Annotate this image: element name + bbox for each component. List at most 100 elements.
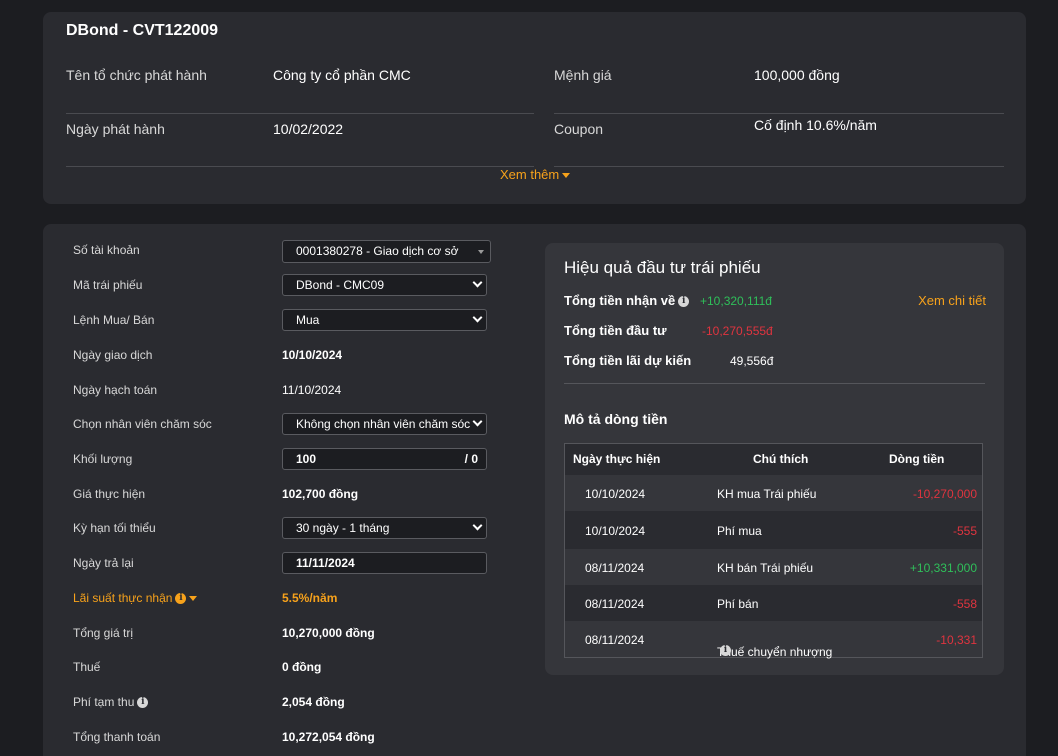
column-header-date: Ngày thực hiện — [573, 452, 661, 466]
quantity-input-value: 100 — [296, 452, 317, 466]
account-label: Số tài khoản — [73, 243, 140, 257]
invested-value: -10,270,555đ — [702, 324, 773, 338]
bond-code-select[interactable]: DBond - CMC09 — [282, 274, 487, 296]
bond-title: DBond - CVT122009 — [66, 22, 219, 39]
table-row: 08/11/2024 Thuế chuyển nhượng i -10,331 — [565, 621, 982, 659]
received-label: Tổng tiền nhận về — [564, 293, 676, 308]
issuer-value: Công ty cổ phần CMC — [273, 67, 411, 83]
temp-fee-value: 2,054 đồng — [282, 695, 345, 709]
cell-amount: -10,270,000 — [912, 487, 977, 501]
divider — [564, 383, 985, 384]
caret-down-icon — [562, 173, 571, 179]
coupon-row: Coupon Cố định 10.6%/năm — [554, 113, 1004, 167]
staff-select-value: Không chọn nhân viên chăm sóc — [296, 417, 471, 431]
column-header-amount: Dòng tiền — [889, 452, 945, 466]
chevron-down-icon — [472, 277, 483, 288]
total-payment-value: 10,272,054 đồng — [282, 730, 375, 744]
investment-performance-card: Hiệu quả đầu tư trái phiếu Tổng tiền nhậ… — [545, 243, 1004, 675]
trade-date-value: 10/10/2024 — [282, 348, 343, 362]
interest-label: Tổng tiền lãi dự kiến — [564, 353, 692, 368]
bond-code-label: Mã trái phiếu — [73, 278, 143, 292]
quantity-max: / 0 — [464, 452, 478, 466]
staff-select[interactable]: Không chọn nhân viên chăm sóc — [282, 413, 487, 435]
coupon-value: Cố định 10.6%/năm — [754, 117, 877, 133]
info-icon[interactable]: i — [137, 697, 149, 709]
issuer-row: Tên tổ chức phát hành Công ty cổ phần CM… — [66, 60, 534, 114]
min-term-label: Kỳ hạn tối thiểu — [73, 521, 156, 535]
cell-date: 10/10/2024 — [585, 487, 646, 501]
order-type-select[interactable]: Mua — [282, 309, 487, 331]
chevron-down-icon — [472, 416, 483, 427]
info-icon[interactable]: i — [720, 645, 731, 656]
total-value-value: 10,270,000 đồng — [282, 626, 375, 640]
cell-amount: -555 — [952, 524, 977, 538]
invested-label: Tổng tiền đầu tư — [564, 323, 667, 338]
account-select-value: 0001380278 - Giao dịch cơ sở — [296, 244, 459, 258]
cell-note: Phí bán — [717, 597, 759, 611]
face-value-row: Mệnh giá 100,000 đồng — [554, 60, 1004, 114]
order-type-select-value: Mua — [296, 313, 320, 327]
min-term-select[interactable]: 30 ngày - 1 tháng — [282, 517, 487, 539]
column-header-note: Chú thích — [753, 452, 809, 466]
rate-value: 5.5%/năm — [282, 591, 338, 605]
issue-date-label: Ngày phát hành — [66, 121, 165, 137]
cell-amount: -558 — [952, 597, 977, 611]
coupon-label: Coupon — [554, 121, 604, 137]
table-row: 10/10/2024 KH mua Trái phiếu -10,270,000 — [565, 475, 982, 511]
cell-amount: -10,331 — [936, 633, 977, 647]
chevron-down-icon — [472, 312, 483, 323]
tax-value: 0 đồng — [282, 660, 322, 674]
order-panel: Số tài khoản 0001380278 - Giao dịch cơ s… — [43, 224, 1026, 756]
cell-date: 10/10/2024 — [585, 524, 646, 538]
cell-note: KH mua Trái phiếu — [717, 487, 817, 501]
info-icon[interactable]: i — [678, 296, 690, 308]
order-type-label: Lệnh Mua/ Bán — [73, 313, 155, 327]
min-term-select-value: 30 ngày - 1 tháng — [296, 521, 390, 535]
account-select[interactable]: 0001380278 - Giao dịch cơ sở — [282, 240, 491, 263]
interest-value: 49,556đ — [730, 354, 774, 368]
cashflow-table: Ngày thực hiện Chú thích Dòng tiền 10/10… — [564, 443, 983, 659]
trade-date-label: Ngày giao dịch — [73, 348, 153, 362]
received-value: +10,320,111đ — [700, 294, 772, 308]
dropdown-arrow-icon — [478, 250, 484, 254]
interest-row: Tổng tiền lãi dự kiến 49,556đ — [564, 353, 773, 368]
quantity-input[interactable]: 100 / 0 — [282, 448, 487, 470]
accounting-date-label: Ngày hạch toán — [73, 383, 158, 397]
quantity-label: Khối lượng — [73, 452, 133, 466]
temp-fee-label: Phí tạm thu — [73, 695, 135, 709]
cell-note: KH bán Trái phiếu — [717, 561, 814, 575]
performance-title: Hiệu quả đầu tư trái phiếu — [564, 258, 761, 277]
bond-code-select-value: DBond - CMC09 — [296, 278, 385, 292]
return-date-label: Ngày trả lại — [73, 556, 134, 570]
received-row: Tổng tiền nhận về i +10,320,111đ — [564, 293, 772, 308]
issuer-label: Tên tổ chức phát hành — [66, 67, 207, 83]
price-label: Giá thực hiện — [73, 487, 146, 501]
total-value-label: Tổng giá trị — [73, 626, 134, 640]
caret-down-icon — [189, 596, 198, 602]
see-more-label: Xem thêm — [500, 167, 560, 182]
rate-label: Lãi suất thực nhận — [73, 591, 173, 605]
staff-label: Chọn nhân viên chăm sóc — [73, 417, 212, 431]
bond-info-panel: DBond - CVT122009 Tên tổ chức phát hành … — [43, 12, 1026, 204]
cell-date: 08/11/2024 — [585, 633, 645, 647]
table-row: 08/11/2024 KH bán Trái phiếu +10,331,000 — [565, 549, 982, 585]
temp-fee-label-group: Phí tạm thu i — [73, 695, 273, 709]
price-value: 102,700 đồng — [282, 487, 359, 501]
cell-note: Thuế chuyển nhượng — [717, 645, 833, 659]
total-payment-label: Tổng thanh toán — [73, 730, 161, 744]
return-date-input-value: 11/11/2024 — [296, 556, 355, 570]
see-more-link[interactable]: Xem thêm — [500, 167, 571, 182]
return-date-input[interactable]: 11/11/2024 — [282, 552, 487, 574]
cell-amount: +10,331,000 — [909, 561, 977, 575]
cashflow-title: Mô tả dòng tiền — [564, 411, 668, 427]
table-row: 10/10/2024 Phí mua -555 — [565, 512, 982, 548]
invested-row: Tổng tiền đầu tư -10,270,555đ — [564, 323, 773, 338]
accounting-date-value: 11/10/2024 — [282, 383, 342, 397]
cell-date: 08/11/2024 — [585, 597, 645, 611]
see-detail-link[interactable]: Xem chi tiết — [918, 293, 986, 308]
tax-label: Thuế — [73, 660, 101, 674]
info-icon: i — [175, 593, 187, 605]
rate-label-group: Lãi suất thực nhận i — [73, 591, 273, 605]
face-value-value: 100,000 đồng — [754, 67, 840, 83]
table-row: 08/11/2024 Phí bán -558 — [565, 585, 982, 621]
